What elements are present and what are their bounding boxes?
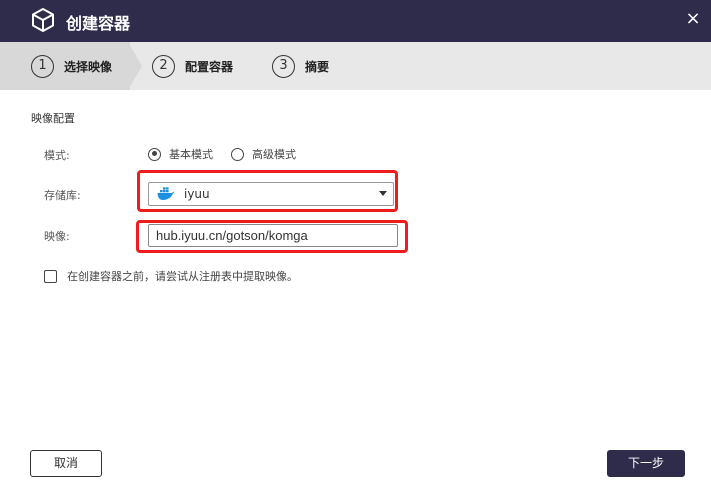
repo-label: 存储库: [44,189,81,202]
checkbox-box[interactable] [44,269,57,283]
radio-unchecked-icon[interactable] [231,147,244,161]
highlight-box-repo [137,170,398,212]
highlight-box-image [136,220,408,253]
step-number: 2 [152,54,175,78]
radio-basic-mode[interactable]: 基本模式 [148,146,213,162]
close-icon[interactable]: × [685,9,701,31]
step-select-image: 1 选择映像 [31,54,112,78]
step-configure-container: 2 配置容器 [152,54,233,78]
step-label: 配置容器 [185,59,234,74]
radio-checked-icon[interactable] [148,147,161,161]
radio-label: 高级模式 [252,148,296,161]
step-number: 3 [272,54,295,78]
step-arrow [128,42,142,90]
step-summary: 3 摘要 [272,54,329,78]
container-cube-icon [32,8,54,32]
wizard-steps: 1 选择映像 2 配置容器 3 摘要 [0,42,711,90]
checkbox-label: 在创建容器之前，请尝试从注册表中提取映像。 [67,270,298,283]
step-number: 1 [31,54,54,78]
section-title: 映像配置 [31,112,75,125]
window-title: 创建容器 [66,14,131,33]
radio-advanced-mode[interactable]: 高级模式 [231,146,296,162]
next-button[interactable]: 下一步 [607,450,685,477]
step-label: 选择映像 [64,59,113,74]
step-label: 摘要 [305,59,330,74]
window-titlebar: 创建容器 × [0,0,711,42]
image-label: 映像: [44,230,70,243]
pull-image-checkbox[interactable]: 在创建容器之前，请尝试从注册表中提取映像。 [44,268,298,284]
cancel-button[interactable]: 取消 [30,450,102,477]
mode-label: 模式: [44,149,70,162]
radio-label: 基本模式 [169,148,213,161]
